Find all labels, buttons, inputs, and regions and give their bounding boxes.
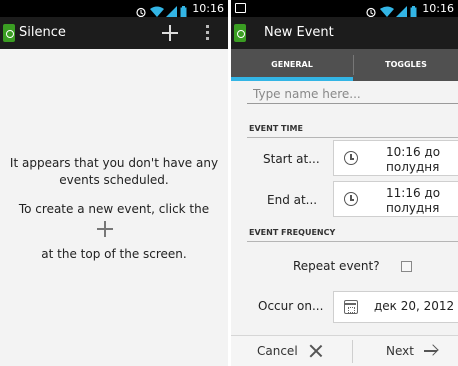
event-time-header: EVENT TIME (247, 124, 458, 138)
end-label: End at... (267, 193, 318, 207)
signal-icon (165, 3, 178, 18)
silence-main-screen: 10:16 Silence It appears that you don't … (0, 0, 228, 366)
status-time: 10:16 (422, 2, 454, 15)
plus-icon (96, 220, 114, 238)
start-label: Start at... (263, 152, 320, 166)
clock-icon (344, 192, 358, 206)
tab-toggles[interactable]: TOGGLES (354, 49, 458, 81)
start-time-field[interactable]: 10:16 до полудня (333, 140, 458, 176)
signal-icon (395, 3, 408, 18)
action-bar: Silence (0, 17, 228, 49)
empty-message-line2: events scheduled. (59, 173, 169, 187)
alarm-icon (135, 3, 147, 17)
occur-label: Occur on... (258, 299, 324, 313)
create-instruction-tail: at the top of the screen. (41, 247, 187, 261)
app-title: Silence (19, 25, 66, 40)
end-time-value: 11:16 до полудня (386, 186, 441, 215)
arrow-right-icon (423, 344, 439, 358)
empty-message-line1: It appears that you don't have any (9, 156, 219, 170)
end-time-field[interactable]: 11:16 до полудня (333, 181, 458, 217)
calendar-icon (344, 300, 358, 314)
new-event-screen: 10:16 New Event GENERAL TOGGLES EVENT TI… (231, 0, 458, 366)
battery-icon (410, 3, 417, 17)
repeat-event-checkbox[interactable] (401, 261, 412, 272)
add-event-button[interactable] (160, 23, 180, 43)
clock-icon (344, 151, 358, 165)
cancel-label: Cancel (257, 344, 298, 358)
bottom-action-bar: Cancel Next (231, 335, 458, 366)
action-bar: New Event (231, 17, 458, 49)
occur-date-field[interactable]: дек 20, 2012 (333, 291, 458, 323)
repeat-label: Repeat event? (293, 259, 380, 273)
next-button[interactable]: Next (353, 336, 458, 366)
overflow-menu-icon[interactable] (203, 24, 213, 42)
next-label: Next (386, 344, 414, 358)
battery-icon (180, 3, 187, 17)
app-icon[interactable] (234, 24, 246, 42)
start-time-value: 10:16 до полудня (386, 145, 441, 174)
create-instruction: To create a new event, click the (18, 202, 210, 216)
screen-title: New Event (264, 25, 334, 40)
app-icon[interactable] (3, 24, 15, 42)
wifi-icon (150, 3, 165, 17)
image-notification-icon (235, 3, 246, 13)
status-bar: 10:16 (231, 0, 458, 18)
occur-date-value: дек 20, 2012 (374, 299, 455, 313)
active-tab-indicator (231, 77, 353, 81)
status-time: 10:16 (192, 2, 224, 15)
alarm-icon (365, 3, 377, 17)
status-bar: 10:16 (0, 0, 228, 18)
cancel-button[interactable]: Cancel (231, 336, 352, 366)
wifi-icon (380, 3, 395, 17)
event-name-input[interactable] (247, 84, 458, 104)
event-frequency-header: EVENT FREQUENCY (247, 228, 458, 242)
close-icon (309, 344, 323, 358)
